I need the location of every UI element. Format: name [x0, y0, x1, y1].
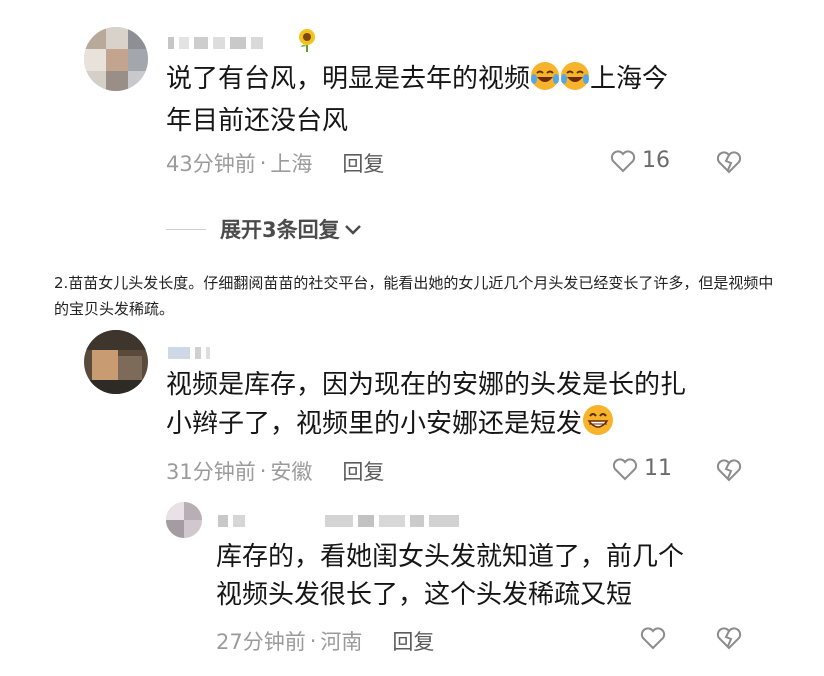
avatar[interactable] [166, 502, 202, 538]
comment-time: 27分钟前 [216, 630, 306, 654]
dislike-button[interactable] [716, 458, 742, 482]
comment-location: 上海 [270, 152, 313, 176]
heart-icon [640, 626, 666, 650]
like-button[interactable] [640, 626, 666, 650]
comment-location: 安徽 [270, 460, 313, 484]
reply-button[interactable]: 回复 [342, 456, 384, 486]
reply-text: 库存的，看她闺女头发就知道了，前几个 视频头发很长了，这个头发稀疏又短 [216, 542, 685, 610]
username-blurred[interactable] [168, 36, 263, 50]
grinning-emoji [582, 404, 614, 447]
sunflower-icon [296, 28, 318, 56]
comment-time: 31分钟前 [166, 460, 256, 484]
avatar[interactable] [84, 330, 148, 394]
separator: · [259, 459, 267, 483]
separator: · [309, 629, 317, 653]
like-button[interactable]: 16 [610, 148, 670, 173]
like-button[interactable]: 11 [612, 456, 672, 481]
broken-heart-icon [716, 458, 742, 482]
like-count: 16 [642, 148, 670, 173]
reply-button[interactable]: 回复 [342, 148, 384, 178]
heart-icon [610, 149, 636, 173]
broken-heart-icon [716, 626, 742, 650]
article-paragraph: 2.苗苗女儿头发长度。仔细翻阅苗苗的社交平台，能看出她的女儿近几个月头发已经变长… [54, 274, 774, 318]
comment-meta: 43分钟前 · 上海 回复 [166, 148, 384, 178]
heart-icon [612, 457, 638, 481]
comment-meta: 31分钟前 · 安徽 回复 [166, 456, 384, 486]
broken-heart-icon [716, 150, 742, 174]
username-blurred[interactable] [218, 514, 459, 528]
dislike-button[interactable] [716, 626, 742, 650]
reply-button[interactable]: 回复 [392, 626, 434, 656]
avatar[interactable] [84, 27, 148, 91]
expand-replies-label: 展开3条回复 [220, 218, 340, 242]
dislike-button[interactable] [716, 150, 742, 174]
comment-meta: 27分钟前 · 河南 回复 [216, 626, 434, 656]
laughing-tears-emoji [560, 61, 590, 102]
divider [166, 228, 206, 230]
comment-time: 43分钟前 [166, 152, 256, 176]
comment-location: 河南 [320, 630, 363, 654]
expand-replies-button[interactable]: 展开3条回复 [166, 214, 362, 244]
like-count: 11 [644, 456, 672, 481]
comment-text: 视频是库存，因为现在的安娜的头发是长的扎 小辫子了，视频里的小安娜还是短发 [166, 366, 686, 447]
laughing-tears-emoji [530, 61, 560, 102]
chevron-down-icon [344, 217, 362, 241]
username-blurred[interactable] [168, 346, 210, 360]
comment-text: 说了有台风，明显是去年的视频 上海今 年目前还没台风 [166, 60, 668, 140]
separator: · [259, 151, 267, 175]
